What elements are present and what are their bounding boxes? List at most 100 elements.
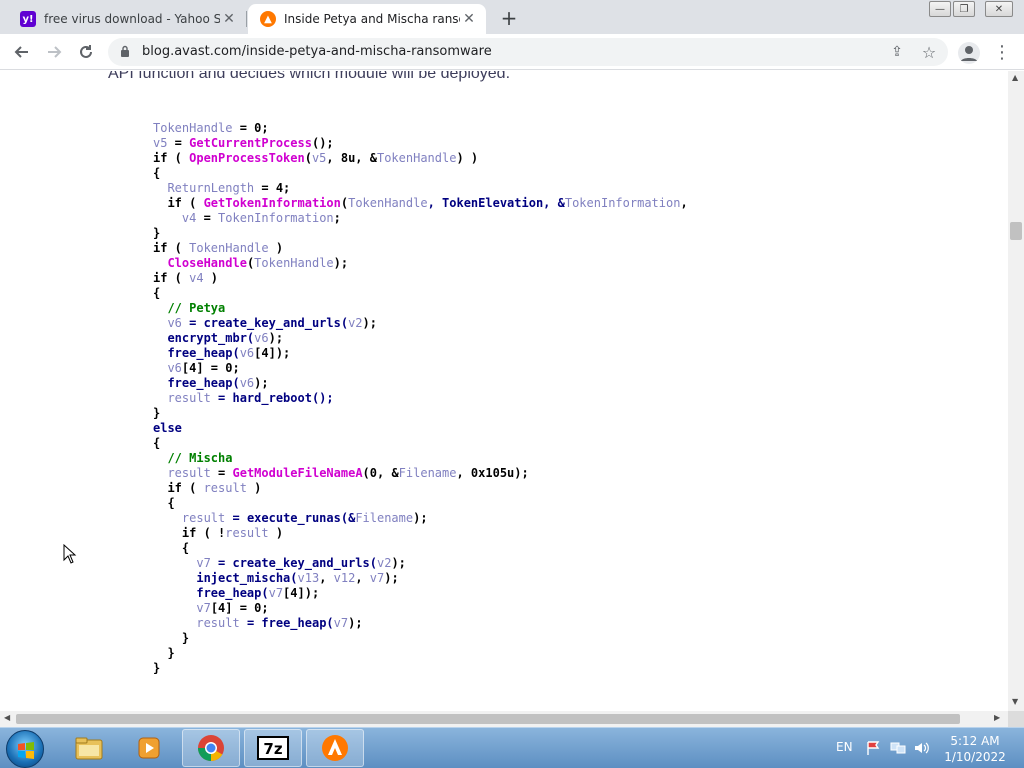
close-tab-icon[interactable]: ✕: [460, 10, 478, 28]
code-block: TokenHandle = 0; v5 = GetCurrentProcess()…: [153, 121, 688, 676]
scroll-down-arrow-icon[interactable]: ▼: [1012, 697, 1018, 706]
yahoo-icon: y!: [20, 11, 36, 27]
page-viewport: API function and decides which module wi…: [0, 71, 1008, 711]
code-token: free_heap(: [153, 376, 240, 390]
code-token: = create_key_and_urls(: [210, 556, 377, 570]
share-icon[interactable]: ⇪: [888, 43, 906, 61]
code-token: ): [246, 481, 262, 495]
url-text[interactable]: blog.avast.com/inside-petya-and-mischa-r…: [142, 44, 492, 59]
code-token: v7: [196, 601, 211, 615]
language-indicator[interactable]: EN: [836, 740, 853, 754]
vertical-scrollbar[interactable]: ▲ ▼: [1008, 71, 1024, 711]
new-tab-button[interactable]: +: [496, 6, 522, 30]
code-token: encrypt_mbr(: [153, 331, 255, 345]
taskbar-media-player[interactable]: [120, 729, 178, 767]
code-line: if ( GetTokenInformation(TokenHandle, To…: [153, 196, 687, 211]
code-line: }: [153, 406, 688, 421]
volume-icon[interactable]: [914, 741, 930, 755]
action-center-flag-icon[interactable]: [866, 741, 882, 755]
maximize-button[interactable]: ❐: [953, 1, 975, 17]
network-icon[interactable]: [890, 741, 906, 755]
vertical-scroll-thumb[interactable]: [1010, 222, 1022, 240]
horizontal-scrollbar[interactable]: ◀ ▶: [0, 711, 1008, 727]
back-button[interactable]: [10, 40, 34, 64]
code-token: {: [153, 496, 175, 510]
code-token: = free_heap(: [239, 616, 334, 630]
code-token: result: [167, 391, 211, 405]
code-token: result: [225, 526, 269, 540]
code-token: ): [203, 271, 219, 285]
code-token: v6: [167, 361, 182, 375]
code-line: {: [153, 166, 688, 181]
media-player-icon: [138, 737, 160, 759]
code-token: [4]);: [283, 586, 320, 600]
code-token: v13: [297, 571, 320, 585]
code-token: // Mischa: [167, 451, 233, 465]
minimize-button[interactable]: —: [929, 1, 951, 17]
tab-yahoo-search[interactable]: y! free virus download - Yahoo Sear ✕: [8, 4, 246, 34]
code-token: = 4;: [254, 181, 291, 195]
system-clock[interactable]: 5:12 AM 1/10/2022: [940, 733, 1010, 765]
taskbar-chrome[interactable]: [182, 729, 240, 767]
code-token: = create_key_and_urls(: [181, 316, 349, 330]
taskbar-explorer[interactable]: [60, 729, 118, 767]
code-token: ,: [319, 571, 334, 585]
code-token: v7: [268, 586, 284, 600]
menu-kebab-icon[interactable]: ⋮: [993, 42, 1011, 63]
code-token: v5: [311, 151, 327, 165]
close-tab-icon[interactable]: ✕: [220, 10, 238, 28]
code-line: ReturnLength = 4;: [153, 181, 688, 196]
code-token: (0, &: [362, 466, 399, 480]
horizontal-scroll-thumb[interactable]: [16, 714, 960, 724]
code-token: result: [167, 466, 211, 480]
code-line: v7 = create_key_and_urls(v2);: [153, 556, 688, 571]
code-line: if ( result ): [153, 481, 688, 496]
code-line: free_heap(v7[4]);: [153, 586, 688, 601]
code-token: result: [203, 481, 247, 495]
scroll-left-arrow-icon[interactable]: ◀: [4, 713, 10, 722]
code-token: =: [196, 211, 219, 225]
reload-button[interactable]: [74, 40, 98, 64]
taskbar-avast[interactable]: [306, 729, 364, 767]
scroll-up-arrow-icon[interactable]: ▲: [1012, 73, 1018, 82]
code-line: result = free_heap(v7);: [153, 616, 688, 631]
code-token: GetTokenInformation: [203, 196, 341, 210]
taskbar-7zip[interactable]: 7z: [244, 729, 302, 767]
avast-icon: ▲: [260, 11, 276, 27]
code-line: v5 = GetCurrentProcess();: [153, 136, 688, 151]
tab-strip: y! free virus download - Yahoo Sear ✕ ▲ …: [0, 0, 1024, 34]
address-bar[interactable]: blog.avast.com/inside-petya-and-mischa-r…: [108, 38, 948, 66]
code-token: GetModuleFileNameA: [232, 466, 363, 480]
code-token: );: [254, 376, 269, 390]
forward-button[interactable]: [42, 40, 66, 64]
code-token: );: [268, 331, 284, 345]
7zip-icon: 7z: [257, 736, 289, 760]
code-line: v7[4] = 0;: [153, 601, 688, 616]
start-button[interactable]: [6, 730, 44, 768]
code-line: else: [153, 421, 688, 436]
code-token: {: [153, 286, 161, 300]
code-token: ;: [333, 211, 341, 225]
code-token: v12: [333, 571, 356, 585]
lock-icon[interactable]: [120, 45, 130, 57]
code-token: if (: [153, 151, 190, 165]
tab-avast-blog[interactable]: ▲ Inside Petya and Mischa ransomw ✕: [248, 4, 486, 34]
code-token: ReturnLength: [167, 181, 255, 195]
close-window-button[interactable]: ✕: [985, 1, 1013, 17]
code-token: result: [181, 511, 226, 525]
code-token: // Petya: [167, 301, 226, 315]
code-line: }: [153, 631, 688, 646]
code-token: [4] = 0;: [210, 601, 269, 615]
code-token: );: [348, 616, 363, 630]
reload-icon: [80, 45, 92, 58]
bookmark-star-icon[interactable]: ☆: [920, 43, 938, 62]
arrow-left-icon: [14, 46, 28, 58]
profile-avatar-icon[interactable]: [958, 42, 980, 64]
code-token: {: [153, 166, 161, 180]
scroll-right-arrow-icon[interactable]: ▶: [994, 713, 1000, 722]
code-token: , 8u, &: [326, 151, 377, 165]
